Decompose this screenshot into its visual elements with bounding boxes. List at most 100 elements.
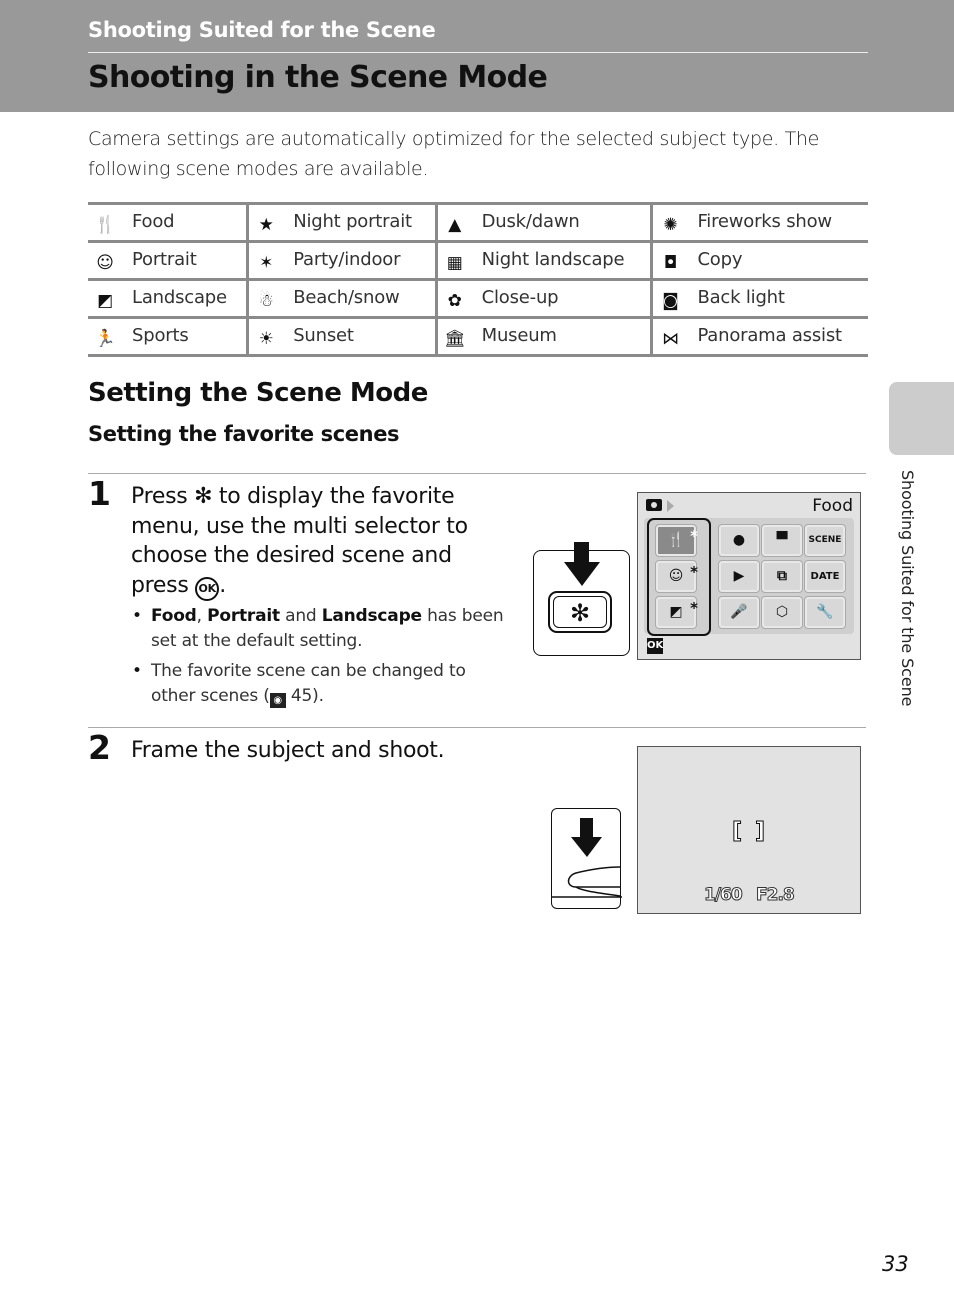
scene-mode-label: Copy: [697, 248, 743, 270]
page-title: Shooting in the Scene Mode: [88, 60, 548, 95]
step-1-text: Press ✻ to display the favorite menu, us…: [131, 482, 511, 601]
focus-bracket-left: [: [731, 819, 743, 845]
scene-mode-cell: ◙ Back light: [650, 278, 868, 319]
tile-date[interactable]: DATE: [804, 560, 846, 593]
tile-playback[interactable]: ▶: [718, 560, 760, 593]
scene-mode-cell: 🏛 Museum: [434, 316, 652, 357]
dusk-dawn-icon: ▲: [448, 214, 462, 235]
tile-favorite-pictures[interactable]: ⧉: [761, 560, 803, 593]
step-2-text: Frame the subject and shoot.: [131, 738, 445, 763]
scene-mode-cell: ✺ Fireworks show: [650, 202, 868, 243]
arrow-down-icon: [564, 542, 600, 586]
step-1-text-end: .: [219, 572, 226, 598]
night-portrait-icon: ★: [258, 214, 274, 235]
scene-mode-cell: ◩ Landscape: [88, 278, 248, 319]
back-light-icon: ◙: [662, 290, 679, 311]
scene-mode-cell: ◘ Copy: [650, 240, 868, 281]
aperture-readout: F2.8: [756, 885, 796, 906]
scene-mode-label: Beach/snow: [293, 286, 400, 308]
scene-mode-label: Portrait: [132, 248, 197, 270]
section-subheading: Setting the favorite scenes: [88, 422, 400, 446]
bullet-change-scene: The favorite scene can be changed to oth…: [132, 659, 512, 709]
bold-portrait: Portrait: [207, 606, 280, 626]
close-up-icon: ✿: [447, 290, 462, 311]
scene-modes-row: 🍴 Food ★ Night portrait ▲ Dusk/dawn ✺ Fireworks…: [88, 202, 868, 243]
food-icon: 🍴: [94, 214, 116, 235]
page-number: 33: [882, 1252, 909, 1276]
sep: ,: [196, 606, 208, 626]
scene-mode-label: Food: [132, 210, 175, 232]
bold-food: Food: [151, 606, 197, 626]
scene-mode-cell: ☃ Beach/snow: [246, 278, 437, 319]
wrench-icon: 🔧: [816, 604, 834, 620]
sunset-icon: ☀: [258, 328, 274, 349]
ok-tag: OK: [647, 638, 663, 654]
step-1-divider: [88, 473, 866, 474]
chapter-tab-label: Shooting Suited for the Scene: [898, 470, 917, 707]
favorite-star-icon: ✻: [194, 484, 213, 509]
scene-mode-label: Landscape: [132, 286, 227, 308]
night-landscape-icon: ▦: [446, 252, 463, 273]
step-1-number: 1: [88, 474, 111, 513]
museum-icon: 🏛: [443, 328, 466, 349]
focus-bracket-right: ]: [754, 819, 766, 845]
step-2-number: 2: [88, 728, 111, 767]
scene-mode-label: Party/indoor: [293, 248, 401, 270]
scene-mode-cell: ▲ Dusk/dawn: [434, 202, 652, 243]
arrow-right-icon: [667, 500, 674, 512]
favorite-button: ✻: [548, 591, 612, 633]
tile-movie[interactable]: ▀: [761, 524, 803, 557]
scene-mode-label: Night landscape: [481, 248, 625, 270]
tile-shooting-mode[interactable]: ●: [718, 524, 760, 557]
tile-scene[interactable]: SCENE: [804, 524, 846, 557]
scene-mode-label: Panorama assist: [697, 324, 842, 346]
scene-mode-label: Dusk/dawn: [481, 210, 580, 232]
scene-modes-row: ◩ Landscape ☃ Beach/snow ✿ Close-up ◙ Back ligh…: [88, 278, 868, 319]
scene-mode-label: Night portrait: [293, 210, 412, 232]
fireworks-show-icon: ✺: [663, 214, 678, 235]
camera-screen-favorite-menu: Food 🍴 * ☺ * ◩ * ● ▶ 🎤 ▀ ⧉ ⬡ SCENE DATE 🔧 O…: [637, 492, 861, 660]
header-divider: [88, 52, 868, 53]
camera-icon: ●: [732, 532, 746, 548]
play-icon: ▶: [733, 568, 745, 584]
portrait-icon: ☺: [96, 252, 114, 273]
favorite-group-frame: [647, 518, 711, 636]
tile-voice[interactable]: 🎤: [718, 596, 760, 629]
scene-mode-cell: ⋈ Panorama assist: [650, 316, 868, 357]
movie-camera-icon: ▀: [776, 532, 788, 548]
scene-mode-cell: ▦ Night landscape: [434, 240, 652, 281]
scene-mode-cell: ☀ Sunset: [246, 316, 437, 357]
step-1-text-before: Press: [131, 484, 195, 509]
scene-modes-table: 🍴 Food ★ Night portrait ▲ Dusk/dawn ✺ Fireworks…: [88, 202, 868, 357]
header-band: [0, 0, 954, 112]
scene-mode-label: Sports: [132, 324, 189, 346]
scene-modes-row: 🏃 Sports ☀ Sunset 🏛 Museum ⋈ Panorama assist: [88, 316, 868, 357]
bullet-text-end: ).: [312, 686, 324, 706]
section-heading: Setting the Scene Mode: [88, 378, 428, 408]
panorama-assist-icon: ⋈: [662, 328, 679, 349]
scene-mode-label: Close-up: [481, 286, 559, 308]
camera-icon: [646, 499, 662, 511]
beach-snow-icon: ☃: [258, 290, 274, 311]
chapter-tab[interactable]: [889, 382, 954, 455]
scene-mode-cell: ★ Night portrait: [246, 202, 437, 243]
party-indoor-icon: ✶: [259, 252, 274, 273]
page-reference-link[interactable]: 45: [291, 686, 312, 706]
camera-screen-shooting: [ ] 1/60 F2.8: [637, 746, 861, 914]
sep: and: [279, 606, 322, 626]
tile-guide[interactable]: ⬡: [761, 596, 803, 629]
bold-landscape: Landscape: [321, 606, 422, 626]
scene-mode-cell: ☺ Portrait: [88, 240, 248, 281]
step-1-bullets: Food, Portrait and Landscape has been se…: [132, 604, 512, 714]
landscape-icon: ◩: [97, 290, 113, 311]
shutter-press-icon: [552, 818, 622, 898]
scene-mode-label: Museum: [481, 324, 557, 346]
tile-setup[interactable]: 🔧: [804, 596, 846, 629]
intro-paragraph: Camera settings are automatically optimi…: [88, 128, 820, 180]
scene-modes-row: ☺ Portrait ✶ Party/indoor ▦ Night landscape ◘ C…: [88, 240, 868, 281]
scene-mode-cell: ✶ Party/indoor: [246, 240, 437, 281]
scene-mode-cell: ✿ Close-up: [434, 278, 652, 319]
page-reference-icon: ◉: [269, 693, 286, 708]
step-2-divider: [88, 727, 866, 728]
copy-icon: ◘: [663, 252, 678, 273]
